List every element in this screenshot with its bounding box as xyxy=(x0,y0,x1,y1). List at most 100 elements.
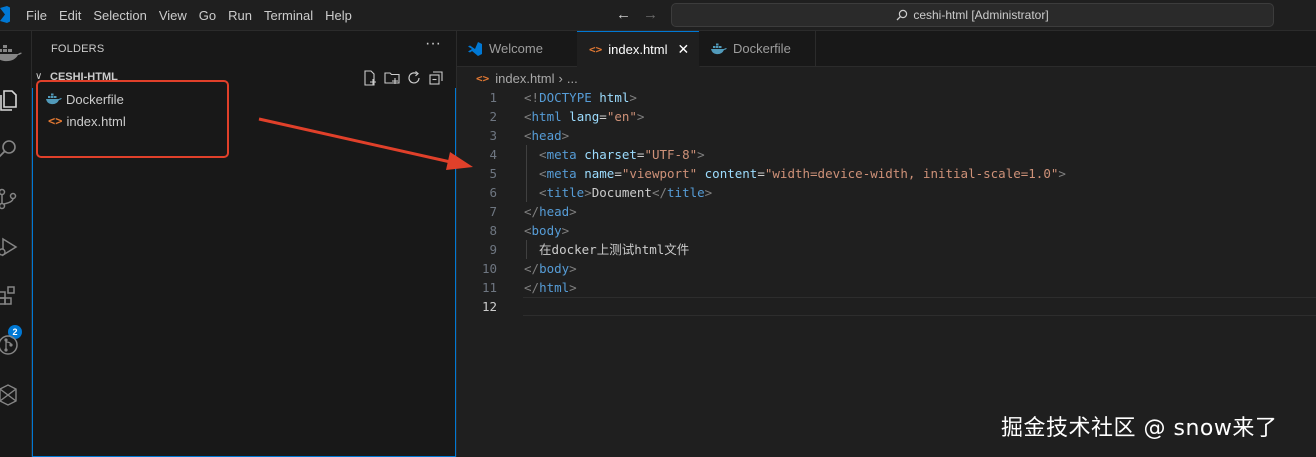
code-token: < xyxy=(524,166,547,181)
sidebar-title: FOLDERS xyxy=(51,43,105,55)
code-token: head xyxy=(539,204,570,219)
code-token: html xyxy=(539,280,570,295)
breadcrumb-separator: › xyxy=(558,70,563,86)
code-token: DOCTYPE xyxy=(539,90,592,105)
code-line[interactable]: 12 xyxy=(457,297,1316,316)
activity-extensions[interactable] xyxy=(0,278,31,314)
breadcrumb-file[interactable]: index.html xyxy=(495,71,554,86)
tab-dockerfile[interactable]: Dockerfile xyxy=(699,31,816,66)
code-token: > xyxy=(561,128,570,143)
code-text: </body> xyxy=(524,259,577,278)
menu-terminal[interactable]: Terminal xyxy=(258,8,319,23)
files-icon xyxy=(0,90,17,111)
code-token: <! xyxy=(524,90,540,105)
menu-view[interactable]: View xyxy=(153,8,193,23)
run-debug-icon xyxy=(0,237,18,257)
line-number: 4 xyxy=(489,147,497,162)
activity-search[interactable] xyxy=(0,131,31,167)
code-token: </ xyxy=(524,280,540,295)
activity-git-graph[interactable] xyxy=(0,327,31,363)
line-number: 7 xyxy=(489,204,497,219)
code-token: content xyxy=(704,166,758,181)
code-token: 在docker上测试html文件 xyxy=(524,242,690,257)
code-token: lang xyxy=(569,109,600,124)
git-graph-icon xyxy=(0,335,18,355)
search-icon xyxy=(896,9,908,21)
tab-label: Welcome xyxy=(489,41,543,56)
line-number: 1 xyxy=(489,90,497,105)
refresh-icon[interactable] xyxy=(406,70,422,86)
close-icon[interactable]: ✕ xyxy=(678,41,690,58)
activity-gitlens[interactable] xyxy=(0,377,31,413)
code-text: <!DOCTYPE html> xyxy=(524,88,637,107)
menu-go[interactable]: Go xyxy=(193,8,222,23)
folder-actions xyxy=(362,70,444,86)
code-line[interactable]: 10 </body> xyxy=(457,259,1316,278)
forward-arrow-icon[interactable]: → xyxy=(643,6,658,23)
extensions-icon xyxy=(0,286,15,305)
line-number: 9 xyxy=(489,242,497,257)
code-token: > xyxy=(704,185,713,200)
code-line[interactable]: 11 </html> xyxy=(457,278,1316,297)
gitlens-icon xyxy=(0,384,17,406)
annotation-box xyxy=(36,80,229,158)
menu-edit[interactable]: Edit xyxy=(53,8,87,23)
code-token: > xyxy=(561,223,570,238)
tab-welcome[interactable]: Welcome xyxy=(457,31,578,66)
code-line[interactable]: 8 <body> xyxy=(457,221,1316,240)
search-icon xyxy=(0,140,16,158)
code-token: title xyxy=(546,185,585,200)
activity-docker[interactable] xyxy=(0,35,31,71)
code-token: = xyxy=(614,166,622,181)
title-bar: File Edit Selection View Go Run Terminal… xyxy=(0,0,1316,31)
code-token: < xyxy=(524,128,532,143)
code-token: < xyxy=(524,109,532,124)
code-token: meta xyxy=(546,166,577,181)
activity-source-control[interactable] xyxy=(0,181,31,217)
code-line[interactable]: 4 <meta charset="UTF-8"> xyxy=(457,145,1316,164)
menu-run[interactable]: Run xyxy=(222,8,258,23)
menu-file[interactable]: File xyxy=(20,8,53,23)
code-line[interactable]: 7 </head> xyxy=(457,202,1316,221)
html-icon: <> xyxy=(476,71,490,85)
activity-run-debug[interactable] xyxy=(0,229,31,265)
code-line[interactable]: 9 在docker上测试html文件 xyxy=(457,240,1316,259)
source-control-icon xyxy=(0,188,17,210)
new-file-icon[interactable] xyxy=(362,70,378,86)
more-actions-icon[interactable]: ··· xyxy=(425,35,441,53)
code-token: name xyxy=(584,166,615,181)
breadcrumb: <> index.html › ... xyxy=(457,67,1316,89)
line-number: 5 xyxy=(489,166,497,181)
code-token: = xyxy=(599,109,607,124)
code-token: body xyxy=(531,223,562,238)
code-text: <head> xyxy=(524,126,569,145)
code-token: "viewport" xyxy=(621,166,698,181)
code-line[interactable]: 6 <title>Document</title> xyxy=(457,183,1316,202)
code-line[interactable]: 1 <!DOCTYPE html> xyxy=(457,88,1316,107)
code-token: > xyxy=(569,261,577,276)
menu-help[interactable]: Help xyxy=(319,8,358,23)
code-text: 在docker上测试html文件 xyxy=(524,240,689,259)
code-token: > xyxy=(569,204,577,219)
code-token: < xyxy=(524,223,532,238)
code-token: html xyxy=(599,90,630,105)
line-number: 12 xyxy=(481,299,497,314)
code-token: > xyxy=(697,147,705,162)
code-editor[interactable]: 1 <!DOCTYPE html> 2 <html lang="en"> 3 <head>… xyxy=(457,88,1316,457)
watermark: 掘金技术社区 @ snow来了 xyxy=(1001,416,1278,441)
code-line[interactable]: 2 <html lang="en"> xyxy=(457,107,1316,126)
tab-index-html[interactable]: <> index.html ✕ xyxy=(577,31,700,67)
code-line[interactable]: 5 <meta name="viewport" content="width=d… xyxy=(457,164,1316,183)
code-text: </html> xyxy=(524,278,577,297)
activity-explorer[interactable] xyxy=(0,82,31,118)
menu-selection[interactable]: Selection xyxy=(87,8,152,23)
code-token: "UTF-8" xyxy=(644,147,698,162)
collapse-all-icon[interactable] xyxy=(428,70,444,86)
code-line[interactable]: 3 <head> xyxy=(457,126,1316,145)
code-token: < xyxy=(524,185,547,200)
breadcrumb-more[interactable]: ... xyxy=(567,71,578,86)
command-center[interactable]: ceshi-html [Administrator] xyxy=(671,3,1274,27)
back-arrow-icon[interactable]: ← xyxy=(616,6,631,23)
vscode-logo-icon xyxy=(0,6,10,23)
new-folder-icon[interactable] xyxy=(384,70,400,86)
